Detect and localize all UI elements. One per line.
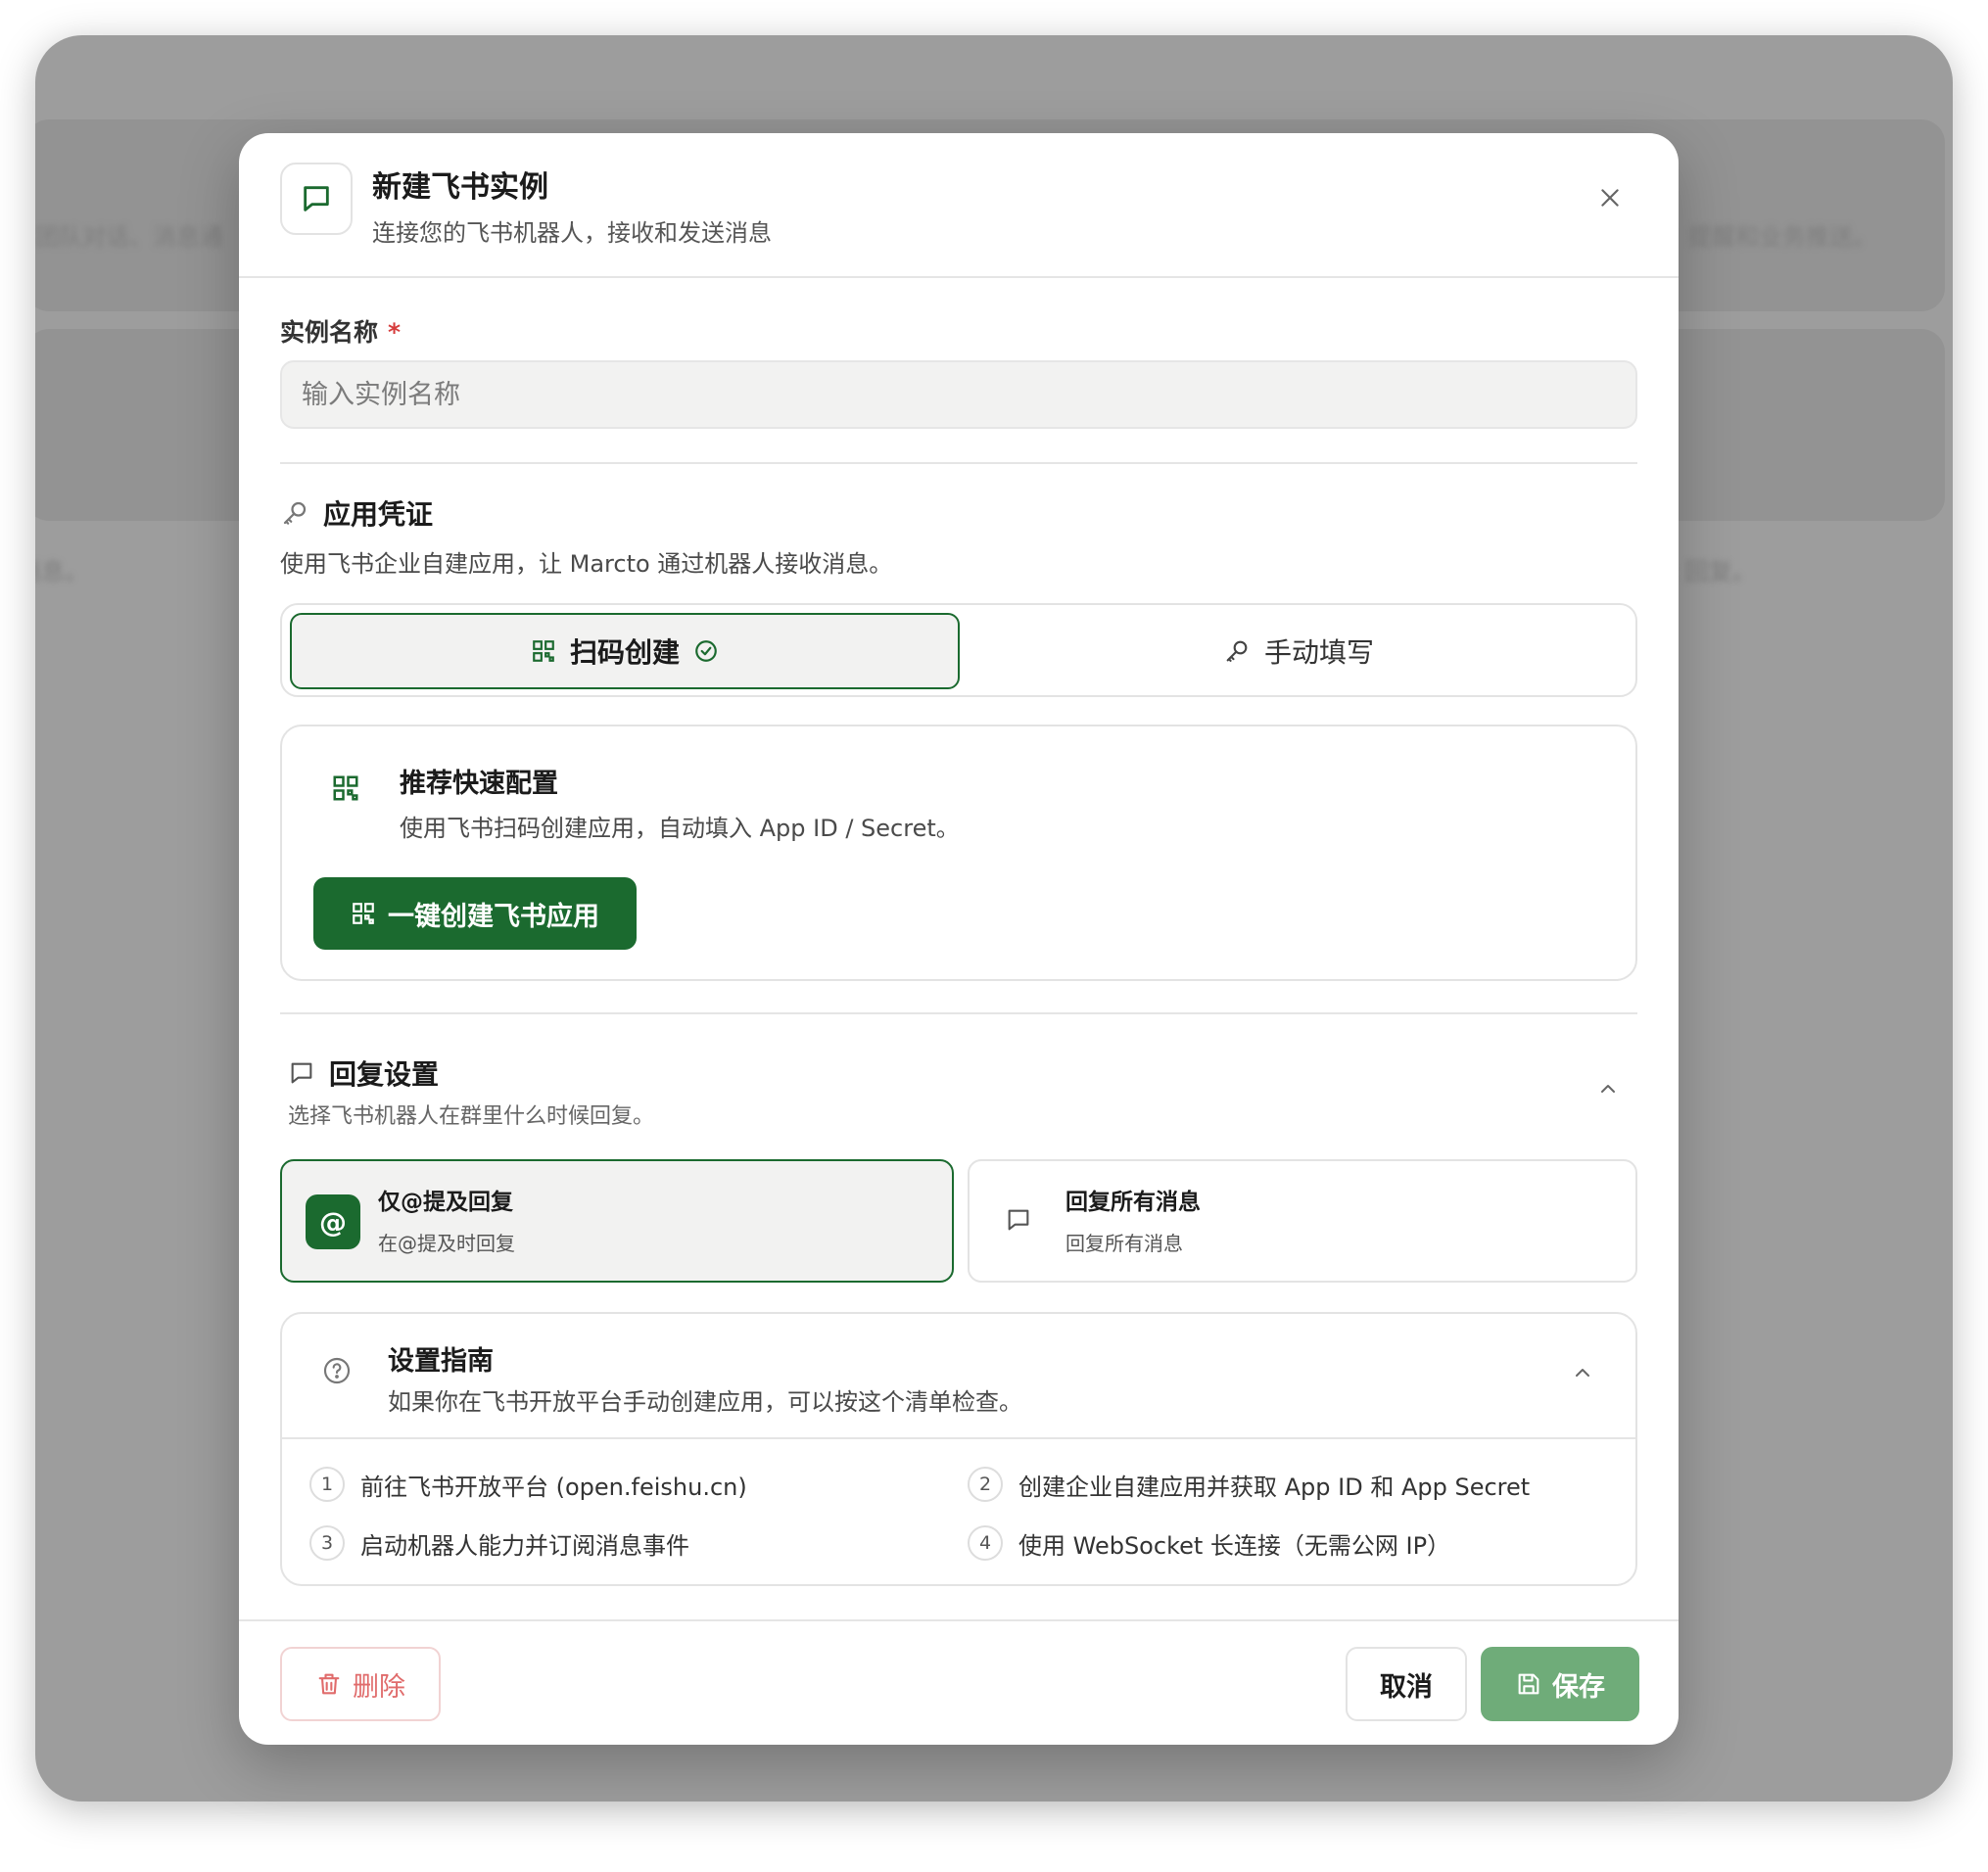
reply-settings-title: 回复设置	[288, 1053, 439, 1093]
save-button[interactable]: 保存	[1481, 1647, 1639, 1721]
qr-code-icon	[353, 903, 374, 924]
step-text: 创建企业自建应用并获取 App ID 和 App Secret	[1018, 1473, 1531, 1501]
qr-code-icon	[533, 640, 554, 662]
guide-step: 1 前往飞书开放平台 (open.feishu.cn)	[309, 1467, 747, 1502]
guide-step: 2 创建企业自建应用并获取 App ID 和 App Secret	[968, 1467, 1530, 1502]
background-text: 、提醒和业务推送。	[1665, 223, 1876, 251]
collapse-guide-button[interactable]	[1571, 1361, 1594, 1388]
step-number: 1	[309, 1467, 345, 1502]
delete-button[interactable]: 删除	[280, 1647, 441, 1721]
tab-scan-create[interactable]: 扫码创建	[290, 613, 960, 689]
save-icon	[1518, 1673, 1539, 1695]
reply-option-all-messages[interactable]: 回复所有消息 回复所有消息	[968, 1159, 1637, 1283]
required-mark: *	[388, 318, 402, 347]
reply-settings-description: 选择飞书机器人在群里什么时候回复。	[288, 1104, 655, 1129]
chevron-up-icon	[1601, 1085, 1615, 1093]
section-divider	[280, 1012, 1637, 1014]
background-text: 消息。	[35, 558, 88, 585]
section-divider	[280, 462, 1637, 464]
one-click-create-app-button[interactable]: 一键创建飞书应用	[313, 877, 637, 950]
setup-guide-title: 设置指南	[388, 1346, 494, 1377]
cancel-button[interactable]: 取消	[1346, 1647, 1467, 1721]
option-title: 回复所有消息	[1065, 1190, 1201, 1215]
chevron-up-icon	[1576, 1369, 1589, 1377]
message-square-icon	[291, 1062, 312, 1084]
quick-setup-description: 使用飞书扫码创建应用，自动填入 App ID / Secret。	[400, 815, 960, 842]
setup-guide-description: 如果你在飞书开放平台手动创建应用，可以按这个清单检查。	[388, 1388, 1022, 1416]
step-text: 使用 WebSocket 长连接（无需公网 IP）	[1018, 1531, 1451, 1560]
instance-name-input[interactable]	[280, 360, 1637, 429]
dialog-subtitle: 连接您的飞书机器人，接收和发送消息	[372, 219, 772, 247]
guide-step: 3 启动机器人能力并订阅消息事件	[309, 1525, 689, 1561]
setup-guide-panel: 设置指南 如果你在飞书开放平台手动创建应用，可以按这个清单检查。 1 前往飞书开…	[280, 1312, 1637, 1586]
qr-code-icon	[333, 775, 358, 801]
step-number: 4	[968, 1525, 1003, 1561]
guide-step: 4 使用 WebSocket 长连接（无需公网 IP）	[968, 1525, 1450, 1561]
collapse-reply-settings-button[interactable]	[1596, 1077, 1620, 1104]
trash-icon	[318, 1673, 340, 1695]
help-circle-icon	[323, 1357, 351, 1384]
tab-manual-fill[interactable]: 手动填写	[968, 613, 1630, 689]
dialog-header: 新建飞书实例 连接您的飞书机器人，接收和发送消息	[239, 133, 1679, 278]
option-title: 仅@提及回复	[378, 1190, 513, 1215]
message-square-icon	[1008, 1209, 1029, 1231]
close-icon	[1601, 189, 1619, 207]
option-subtitle: 回复所有消息	[1065, 1232, 1183, 1255]
step-text: 启动机器人能力并订阅消息事件	[360, 1531, 689, 1560]
check-circle-icon	[695, 640, 717, 662]
instance-name-label: 实例名称 *	[280, 318, 402, 347]
quick-setup-title: 推荐快速配置	[400, 769, 558, 799]
credentials-title: 应用凭证	[280, 493, 433, 533]
option-subtitle: 在@提及时回复	[378, 1232, 515, 1255]
key-icon	[283, 501, 307, 525]
dialog-title: 新建飞书实例	[372, 170, 548, 205]
at-icon: @	[306, 1194, 360, 1249]
dialog-footer: 删除 取消 保存	[239, 1619, 1679, 1745]
reply-option-mention-only[interactable]: @ 仅@提及回复 在@提及时回复	[280, 1159, 954, 1283]
credential-mode-segmented-control: 扫码创建 手动填写	[280, 603, 1637, 697]
step-number: 2	[968, 1467, 1003, 1502]
background-text: 团队对话、消息通	[35, 223, 223, 251]
new-feishu-instance-dialog: 新建飞书实例 连接您的飞书机器人，接收和发送消息 实例名称* 应用凭证 使用飞书…	[239, 133, 1679, 1745]
setup-guide-header: 设置指南 如果你在飞书开放平台手动创建应用，可以按这个清单检查。	[282, 1314, 1635, 1439]
quick-setup-card: 推荐快速配置 使用飞书扫码创建应用，自动填入 App ID / Secret。 …	[280, 725, 1637, 981]
key-icon	[1226, 640, 1248, 662]
close-button[interactable]	[1592, 180, 1628, 215]
credentials-description: 使用飞书企业自建应用，让 Marcto 通过机器人接收消息。	[280, 550, 893, 578]
message-square-icon	[280, 163, 353, 235]
step-text: 前往飞书开放平台 (open.feishu.cn)	[360, 1473, 747, 1501]
step-number: 3	[309, 1525, 345, 1561]
